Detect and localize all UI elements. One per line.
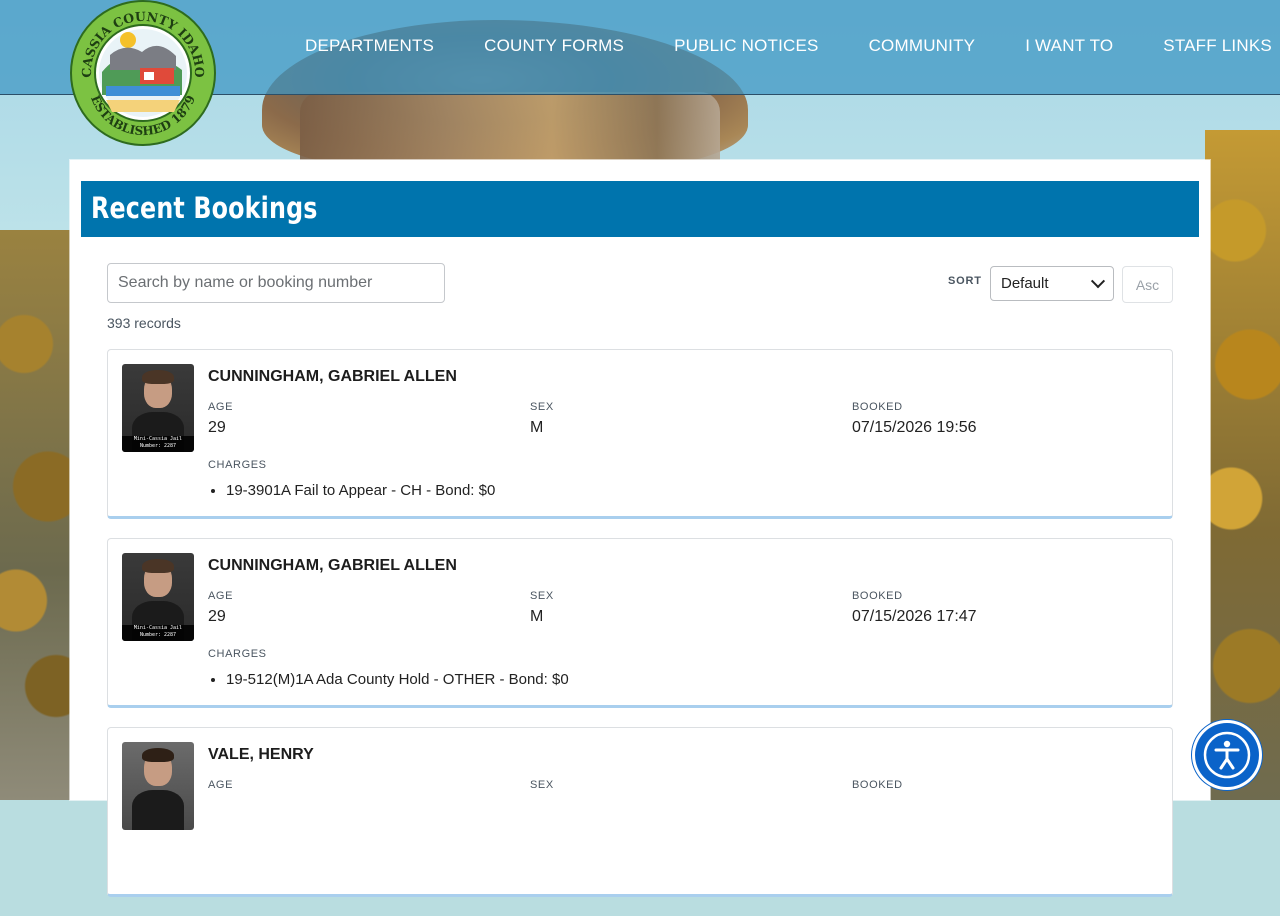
charge-item: 19-3901A Fail to Appear - CH - Bond: $0 xyxy=(226,482,495,499)
booked-label: BOOKED xyxy=(852,590,903,602)
booking-card[interactable]: Mini-Cassia Jail Number: 2287 CUNNINGHAM… xyxy=(107,538,1173,708)
nav-departments[interactable]: DEPARTMENTS xyxy=(305,36,434,56)
charges-label: CHARGES xyxy=(208,648,267,660)
age-value: 29 xyxy=(208,608,226,625)
booking-photo[interactable] xyxy=(122,742,194,830)
age-label: AGE xyxy=(208,590,234,602)
sort-select[interactable]: Default xyxy=(990,266,1114,301)
inmate-name: CUNNINGHAM, GABRIEL ALLEN xyxy=(208,368,457,385)
sort-label: SORT xyxy=(948,275,982,287)
photo-hair xyxy=(142,370,174,384)
booking-card[interactable]: VALE, HENRY AGE SEX BOOKED xyxy=(107,727,1173,897)
chevron-down-icon xyxy=(1090,273,1106,288)
sex-label: SEX xyxy=(530,590,554,602)
age-label: AGE xyxy=(208,779,234,791)
nav-community[interactable]: COMMUNITY xyxy=(869,36,976,56)
search-input[interactable] xyxy=(107,263,445,303)
booking-card[interactable]: Mini-Cassia Jail Number: 2287 CUNNINGHAM… xyxy=(107,349,1173,519)
accessibility-icon xyxy=(1203,731,1251,779)
sex-label: SEX xyxy=(530,401,554,413)
trees-left xyxy=(0,230,80,800)
title-bar: Recent Bookings xyxy=(81,181,1199,237)
charges-list: 19-512(M)1A Ada County Hold - OTHER - Bo… xyxy=(208,671,569,688)
photo-body xyxy=(132,790,184,830)
sex-value: M xyxy=(530,608,544,625)
photo-caption: Mini-Cassia Jail Number: 2287 xyxy=(122,625,194,641)
nav-county-forms[interactable]: COUNTY FORMS xyxy=(484,36,624,56)
content-panel: Recent Bookings 393 records SORT Default… xyxy=(70,160,1210,897)
inmate-name: CUNNINGHAM, GABRIEL ALLEN xyxy=(208,557,457,574)
photo-hair xyxy=(142,559,174,573)
record-count: 393 records xyxy=(107,315,181,331)
booked-label: BOOKED xyxy=(852,779,903,791)
inmate-name: VALE, HENRY xyxy=(208,746,314,763)
booking-photo[interactable]: Mini-Cassia Jail Number: 2287 xyxy=(122,553,194,641)
main-nav: DEPARTMENTS COUNTY FORMS PUBLIC NOTICES … xyxy=(280,36,1272,56)
booked-value: 07/15/2026 19:56 xyxy=(852,419,977,436)
sex-value: M xyxy=(530,419,544,436)
booking-photo[interactable]: Mini-Cassia Jail Number: 2287 xyxy=(122,364,194,452)
charge-item: 19-512(M)1A Ada County Hold - OTHER - Bo… xyxy=(226,671,569,688)
nav-public-notices[interactable]: PUBLIC NOTICES xyxy=(674,36,819,56)
nav-i-want-to[interactable]: I WANT TO xyxy=(1025,36,1113,56)
county-seal-logo[interactable]: CASSIA COUNTY IDAHO ESTABLISHED 1879 xyxy=(70,0,216,146)
nav-staff-links[interactable]: STAFF LINKS xyxy=(1163,36,1272,56)
page-title: Recent Bookings xyxy=(91,191,318,225)
sex-label: SEX xyxy=(530,779,554,791)
photo-hair xyxy=(142,748,174,762)
trees-right xyxy=(1205,130,1280,800)
charges-list: 19-3901A Fail to Appear - CH - Bond: $0 xyxy=(208,482,495,499)
accessibility-button[interactable] xyxy=(1195,723,1259,787)
booked-label: BOOKED xyxy=(852,401,903,413)
booking-list: Mini-Cassia Jail Number: 2287 CUNNINGHAM… xyxy=(107,349,1173,916)
charges-label: CHARGES xyxy=(208,459,267,471)
sort-selected-value: Default xyxy=(1001,275,1049,292)
photo-caption: Mini-Cassia Jail Number: 2287 xyxy=(122,436,194,452)
age-value: 29 xyxy=(208,419,226,436)
sort-direction-button[interactable]: Asc xyxy=(1122,266,1173,303)
booked-value: 07/15/2026 17:47 xyxy=(852,608,977,625)
age-label: AGE xyxy=(208,401,234,413)
